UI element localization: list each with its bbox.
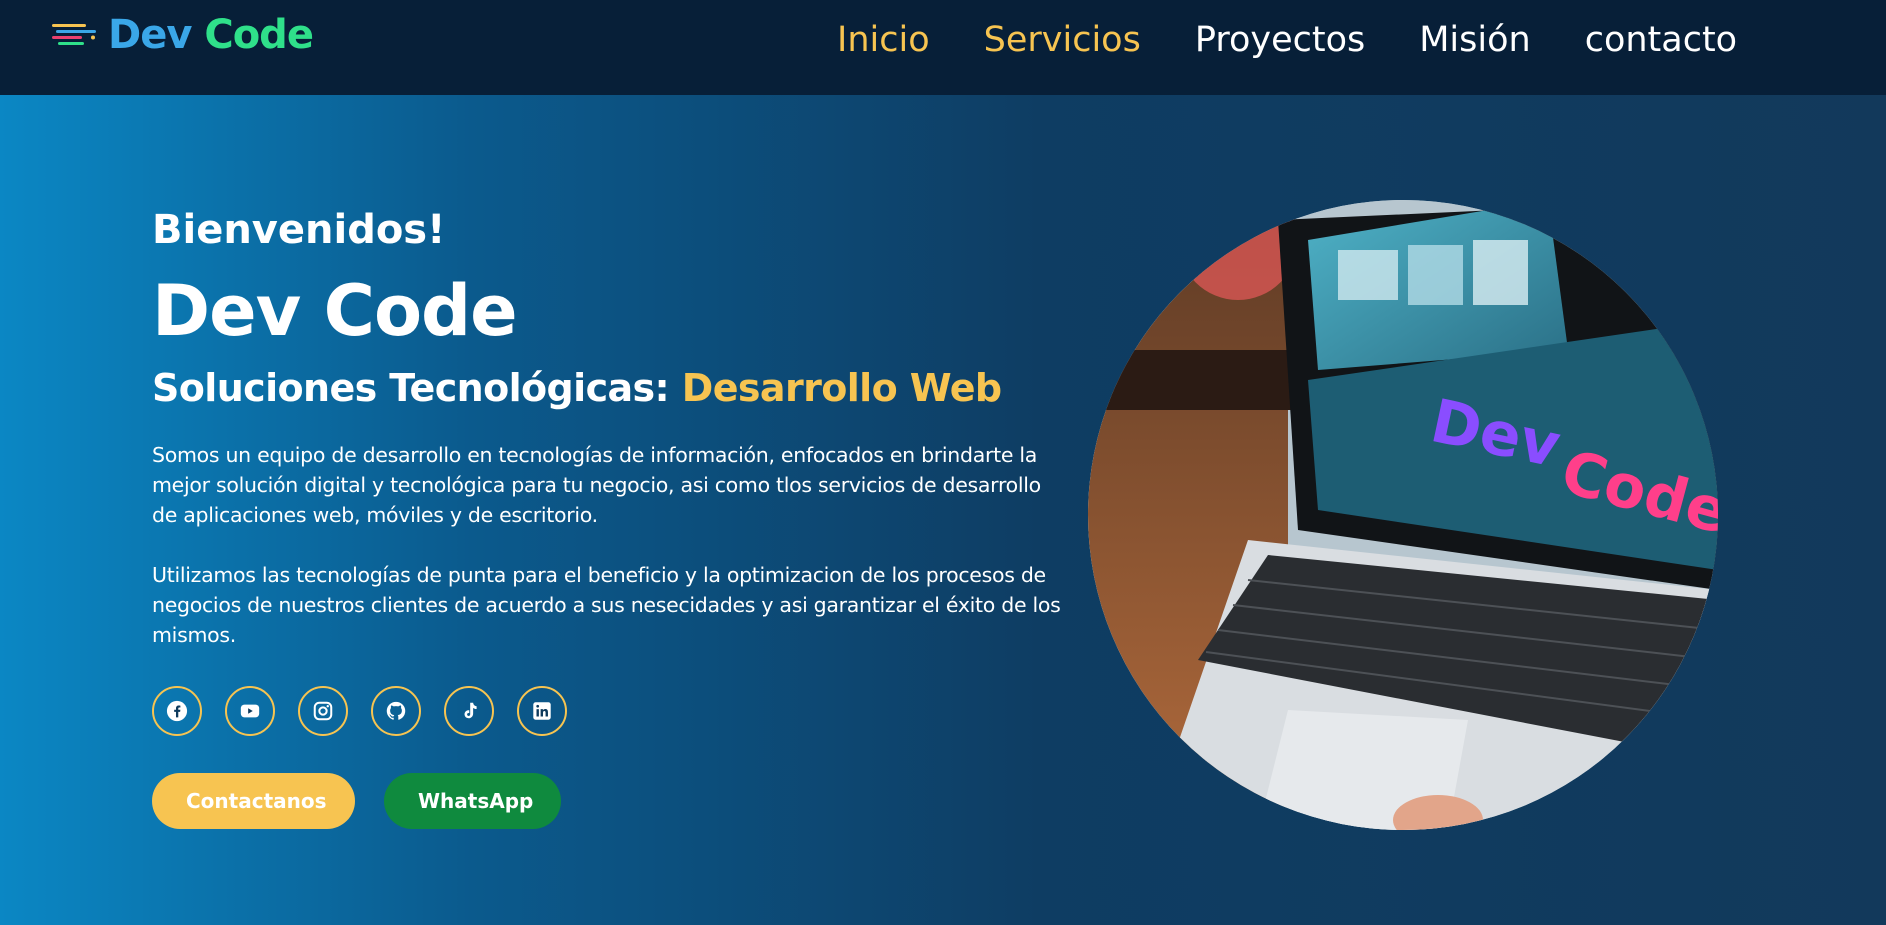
facebook-icon bbox=[166, 700, 188, 722]
subtitle-main: Soluciones Tecnológicas: bbox=[152, 366, 682, 410]
greeting: Bienvenidos! bbox=[152, 207, 446, 253]
navbar: Dev Code Inicio Servicios Proyectos Misi… bbox=[0, 0, 1886, 95]
social-links bbox=[152, 686, 567, 736]
contact-button[interactable]: Contactanos bbox=[152, 773, 355, 829]
tiktok-icon bbox=[464, 702, 477, 719]
main-nav: Inicio Servicios Proyectos Misión contac… bbox=[837, 20, 1737, 60]
hero-laptop-image: Dev Code bbox=[1088, 200, 1718, 830]
laptop-illustration: Dev Code bbox=[1088, 200, 1718, 830]
logo-lines-icon bbox=[52, 24, 96, 45]
hero-text: Bienvenidos! Dev Code Soluciones Tecnoló… bbox=[152, 210, 1072, 650]
nav-mision[interactable]: Misión bbox=[1419, 20, 1530, 60]
github-icon bbox=[386, 701, 406, 720]
youtube-link[interactable] bbox=[225, 686, 275, 736]
facebook-link[interactable] bbox=[152, 686, 202, 736]
linkedin-link[interactable] bbox=[517, 686, 567, 736]
intro-paragraph: Somos un equipo de desarrollo en tecnolo… bbox=[152, 442, 1041, 527]
whatsapp-button[interactable]: WhatsApp bbox=[384, 773, 561, 829]
logo-dev-text: Dev bbox=[108, 12, 192, 58]
github-link[interactable] bbox=[371, 686, 421, 736]
cta-buttons: Contactanos WhatsApp bbox=[152, 773, 561, 829]
youtube-icon bbox=[240, 704, 260, 718]
logo-code-text: Code bbox=[204, 12, 314, 58]
hero-section: Bienvenidos! Dev Code Soluciones Tecnoló… bbox=[0, 95, 1886, 925]
hero-subtitle: Soluciones Tecnológicas: Desarrollo Web bbox=[152, 366, 1072, 410]
nav-contacto[interactable]: contacto bbox=[1585, 20, 1737, 60]
linkedin-icon bbox=[533, 702, 551, 720]
instagram-icon bbox=[313, 701, 333, 721]
nav-servicios[interactable]: Servicios bbox=[984, 20, 1141, 60]
tech-paragraph: Utilizamos las tecnologías de punta para… bbox=[152, 562, 1061, 647]
hero-title: Dev Code bbox=[152, 270, 518, 352]
logo[interactable]: Dev Code bbox=[50, 10, 314, 60]
nav-proyectos[interactable]: Proyectos bbox=[1195, 20, 1365, 60]
instagram-link[interactable] bbox=[298, 686, 348, 736]
tiktok-link[interactable] bbox=[444, 686, 494, 736]
subtitle-accent: Desarrollo Web bbox=[681, 366, 1002, 410]
nav-inicio[interactable]: Inicio bbox=[837, 20, 930, 60]
